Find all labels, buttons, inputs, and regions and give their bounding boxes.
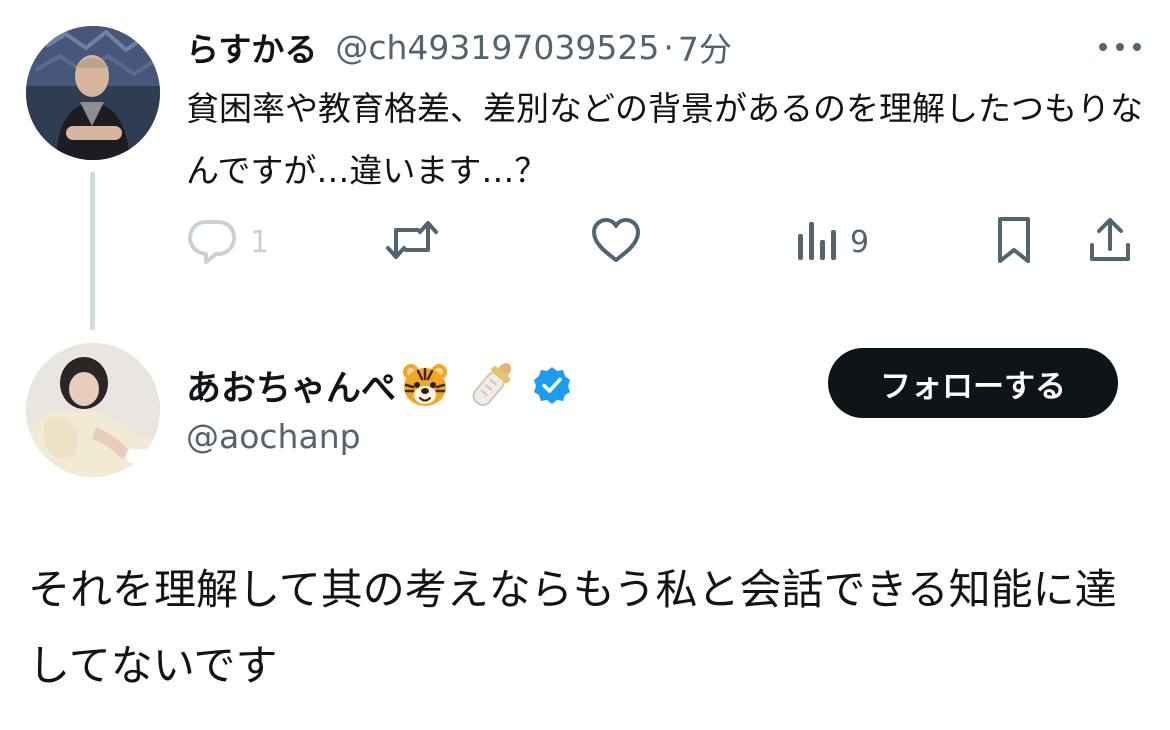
- reply-author-avatar[interactable]: [26, 26, 160, 160]
- reply-action-bar: 1 9: [186, 214, 1146, 270]
- bookmark-button[interactable]: [992, 214, 1036, 270]
- views-chart-icon: [794, 216, 838, 268]
- reply-body-text: 貧困率や教育格差、差別などの背景があるのを理解したつもりなんですが…違います…？: [186, 89, 1143, 190]
- tiger-face-emoji-icon: [400, 361, 450, 409]
- separator-dot: ·: [663, 27, 674, 67]
- repost-icon: [384, 216, 440, 268]
- reply-header: らすかる @ch493197039525 · 7分: [186, 22, 732, 72]
- reply-icon: [186, 216, 238, 268]
- reply-author-handle[interactable]: @ch493197039525: [335, 28, 659, 67]
- post-body-text: それを理解して其の考えならもう私と会話できる知能に達してないです: [28, 565, 1117, 690]
- post-author-name[interactable]: あおちゃんぺ: [186, 360, 396, 411]
- reply-count: 1: [250, 224, 270, 260]
- post-author-handle[interactable]: @aochanp: [186, 412, 361, 462]
- reply-author-name[interactable]: らすかる: [186, 23, 317, 71]
- bookmark-icon: [992, 215, 1036, 269]
- views-count: 9: [850, 224, 870, 260]
- repost-button[interactable]: [384, 214, 440, 270]
- post-author-name-row: あおちゃんぺ: [186, 355, 572, 415]
- like-button[interactable]: [590, 214, 642, 270]
- heart-icon: [590, 216, 642, 268]
- verified-check-icon: [532, 365, 572, 405]
- share-icon: [1086, 215, 1134, 269]
- share-button[interactable]: [1086, 214, 1134, 270]
- follow-button[interactable]: フォローする: [828, 348, 1118, 418]
- reply-button[interactable]: 1: [186, 214, 269, 270]
- views-button[interactable]: 9: [794, 214, 869, 270]
- thread-connector-line: [90, 172, 95, 330]
- more-options-icon[interactable]: [1090, 30, 1150, 64]
- reply-timestamp[interactable]: 7分: [678, 23, 732, 71]
- post-author-avatar[interactable]: [26, 343, 160, 477]
- baby-bottle-emoji-icon: [464, 358, 520, 412]
